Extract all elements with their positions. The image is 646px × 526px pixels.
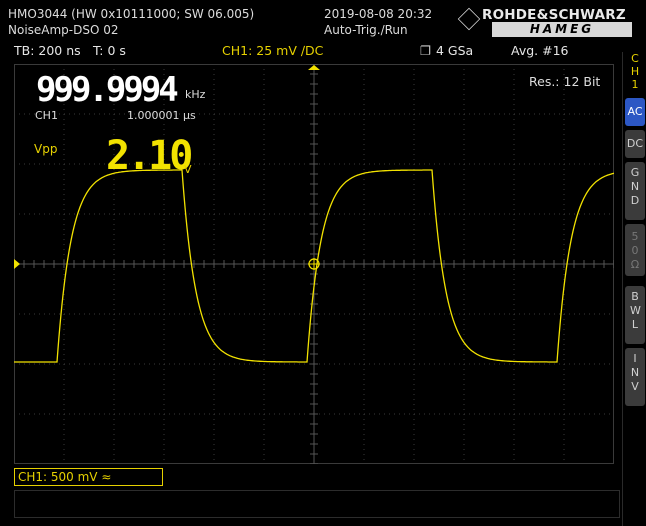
vpp-unit: V	[184, 163, 192, 176]
acquire-icon: ❐	[420, 43, 432, 58]
trigger-position-marker-icon	[308, 65, 320, 70]
rs-emblem-icon	[457, 7, 481, 31]
channel-tag: C H 1	[630, 52, 640, 91]
brand-top: ROHDE&SCHWARZ	[482, 7, 626, 23]
device-info: HMO3044 (HW 0x10111000; SW 06.005)	[8, 7, 255, 21]
bwl-button[interactable]: BWL	[625, 286, 645, 344]
brand-bottom: HAMEG	[492, 22, 632, 37]
channel-side-menu: C H 1 AC DC GND 50Ω BWL INV	[622, 52, 646, 526]
brand-logo: ROHDE&SCHWARZ HAMEG	[457, 7, 642, 39]
channel-setting-box[interactable]: CH1: 500 mV ≈	[14, 468, 163, 486]
frequency-unit: kHz	[185, 88, 206, 101]
inv-label: INV	[630, 352, 640, 393]
timebase[interactable]: TB: 200 ns	[14, 43, 81, 58]
impedance-label: 50Ω	[630, 230, 640, 271]
bwl-label: BWL	[630, 290, 641, 331]
invert-button[interactable]: INV	[625, 348, 645, 406]
coupling-ac-button[interactable]: AC	[625, 98, 645, 126]
vpp-readout: 2.10	[106, 133, 193, 179]
frequency-readout: 999.9994	[36, 70, 179, 110]
measure-channel: CH1	[35, 109, 58, 122]
impedance-50-button[interactable]: 50Ω	[625, 224, 645, 276]
averaging[interactable]: Avg. #16	[511, 43, 568, 58]
waveform-display[interactable]	[14, 64, 614, 464]
setup-name: NoiseAmp-DSO 02	[8, 23, 119, 37]
bottom-softkey-area	[14, 490, 620, 518]
coupling-dc-button[interactable]: DC	[625, 130, 645, 158]
status-bar: TB: 200 ns T: 0 s CH1: 25 mV ∕DC ❐ 4 GSa…	[0, 41, 620, 58]
trigger-mode: Auto-Trig./Run	[324, 23, 408, 37]
channel-trigger[interactable]: CH1: 25 mV ∕DC	[222, 43, 323, 58]
gnd-label: GND	[630, 166, 640, 207]
graticule	[14, 64, 614, 464]
resolution-readout: Res.: 12 Bit	[529, 74, 601, 89]
trigger-time[interactable]: T: 0 s	[93, 43, 126, 58]
datetime: 2019-08-08 20:32	[324, 7, 433, 21]
coupling-gnd-button[interactable]: GND	[625, 162, 645, 220]
sample-rate[interactable]: 4 GSa	[436, 43, 473, 58]
ch1-ground-marker-icon	[14, 259, 20, 269]
period-readout: 1.000001 µs	[127, 109, 196, 122]
vpp-label: Vpp	[34, 142, 58, 156]
